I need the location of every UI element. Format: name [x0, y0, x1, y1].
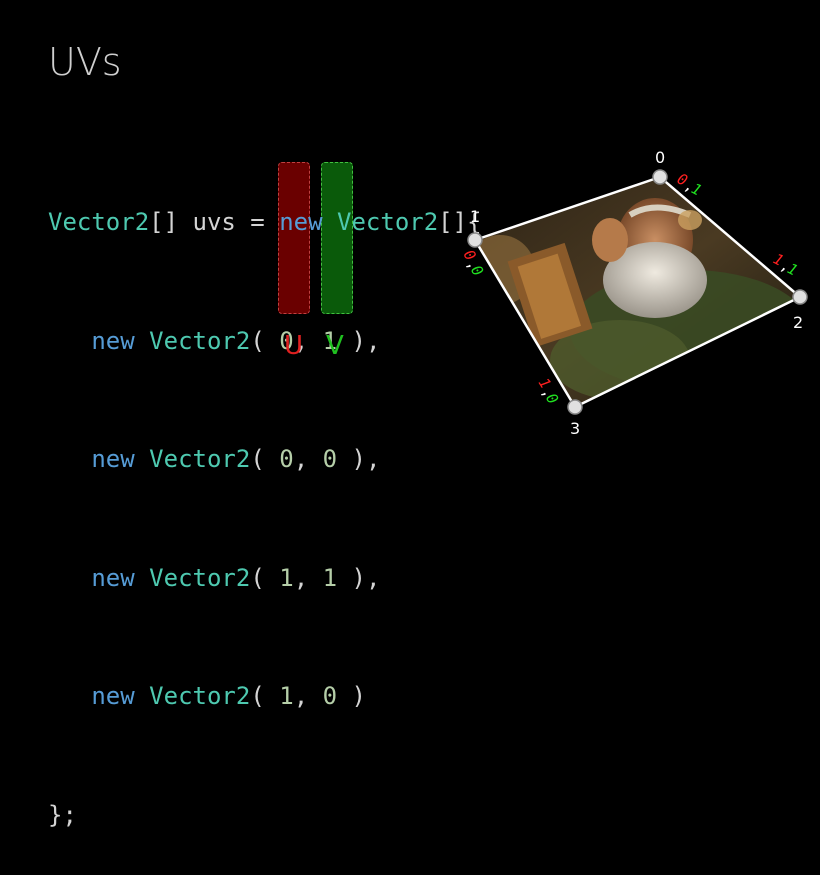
closing-brace: };: [48, 800, 77, 829]
code-line-closing: };: [48, 796, 482, 836]
paren-open: (: [250, 563, 265, 592]
uv-quad-diagram: 0 1 2 3 0 , 1 0 , 0 1 , 1 1 , 0: [460, 148, 808, 438]
vertex-3-marker: [567, 399, 583, 415]
vertex-1-index: 1: [470, 207, 480, 226]
paren-close: ): [351, 682, 366, 710]
u-value: 1: [279, 563, 294, 592]
v-value: 0: [322, 682, 338, 710]
paren-close: ),: [351, 563, 381, 592]
u-value: 1: [279, 682, 294, 710]
vertex-2-marker: [792, 289, 808, 305]
vertex-0-marker: [652, 169, 668, 185]
vertex-2-index: 2: [793, 313, 803, 332]
painting-texture: [475, 177, 800, 407]
type-token: Vector2: [149, 563, 251, 592]
keyword-token: new: [91, 563, 135, 592]
code-line-row: new Vector2( 1, 1 ),: [91, 563, 381, 592]
paren-open: (: [250, 682, 265, 710]
v-value: 1: [322, 563, 338, 592]
vertex-1-marker: [467, 232, 483, 248]
keyword-token: new: [91, 682, 135, 710]
type-token: Vector2: [149, 682, 251, 710]
vertex-3-index: 3: [570, 419, 580, 438]
vertex-0-index: 0: [655, 148, 665, 167]
code-line-row: new Vector2( 1, 0 ): [91, 682, 366, 710]
